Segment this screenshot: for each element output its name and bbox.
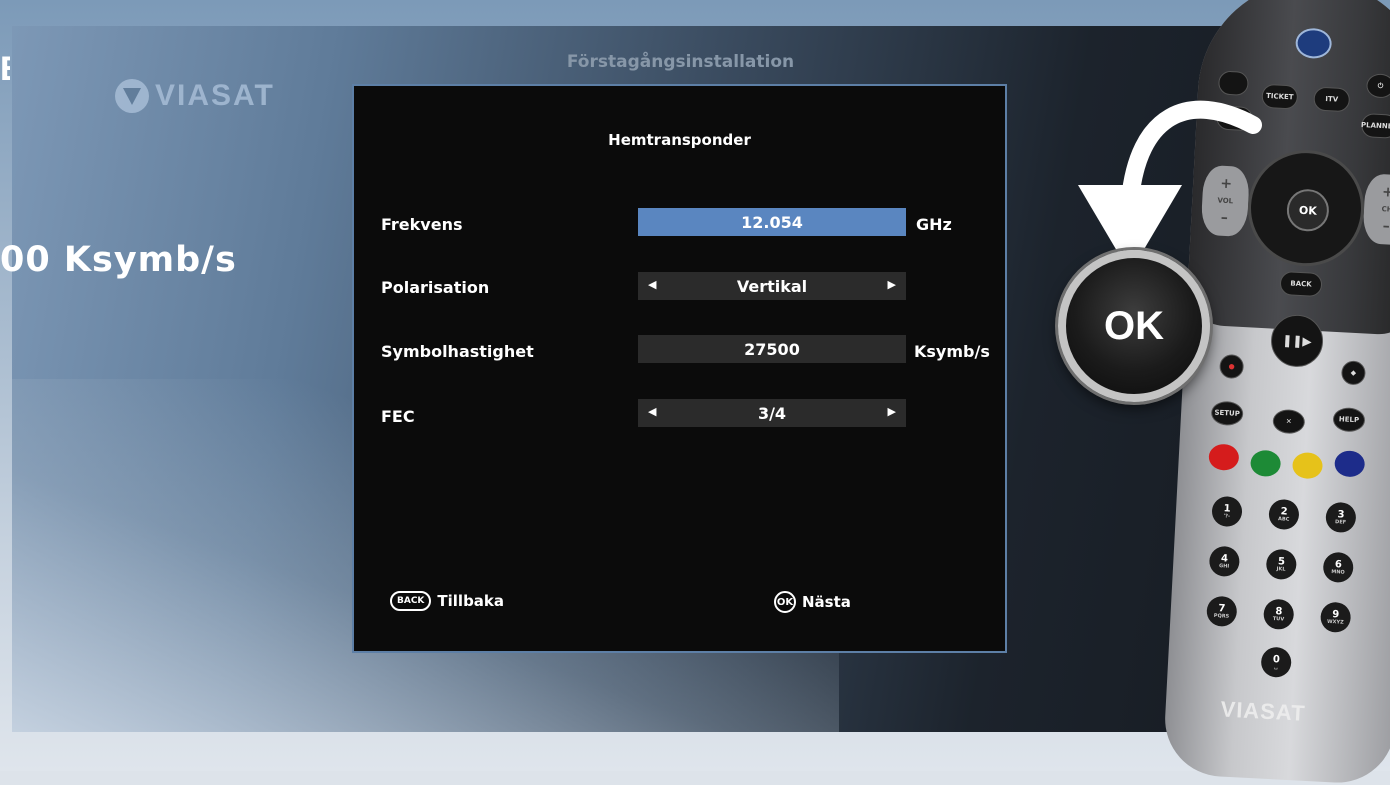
plus-icon: + [1381, 184, 1390, 201]
fec-value: 3/4 [757, 403, 787, 423]
frequency-label: Frekvens [381, 215, 463, 234]
num-key-5: 5 JKL [1265, 548, 1298, 581]
remote-ok-button: OK [1285, 188, 1330, 233]
channel-rocker: + CH – [1362, 173, 1390, 246]
red-button [1208, 443, 1240, 471]
num-key-4: 4 GHI [1208, 545, 1241, 578]
remote-button-help: HELP [1332, 406, 1366, 433]
next-label: Nästa [802, 593, 851, 611]
green-button [1249, 449, 1282, 478]
num-key-6: 6 MNO [1322, 551, 1355, 584]
stop-icon: ◆ [1340, 360, 1367, 386]
symbolrate-label: Symbolhastighet [381, 342, 534, 361]
viasat-logo: VIASAT [115, 79, 275, 113]
next-hint[interactable]: OK Nästa [774, 591, 851, 613]
fec-selector[interactable]: ◀ 3/4 ▶ [638, 399, 906, 427]
install-panel: Hemtransponder Frekvens 12.054 GHz Polar… [352, 84, 1007, 653]
symbolrate-field[interactable]: 27500 [638, 335, 906, 363]
num-key-1: 1 '?- [1211, 495, 1243, 528]
num-key-2: 2 ABC [1268, 498, 1300, 531]
screen-title: Förstagångsinstallation [566, 52, 795, 72]
stage: E VIASAT 00 Ksymb/s Förstagångsinstallat… [0, 0, 1390, 785]
symbolrate-value: 27500 [744, 339, 800, 359]
back-hint[interactable]: BACK Tillbaka [390, 591, 504, 611]
num-key-3: 3 DEF [1325, 501, 1357, 534]
polarisation-selector[interactable]: ◀ Vertikal ▶ [638, 272, 906, 300]
viasat-logo-button-icon [1294, 27, 1333, 60]
frequency-value: 12.054 [741, 212, 803, 232]
viasat-logo-icon [115, 79, 149, 113]
polarisation-value: Vertikal [736, 276, 808, 296]
power-icon: ⏻ [1365, 73, 1390, 99]
frequency-field[interactable]: 12.054 [638, 208, 906, 236]
channel-label: CH [1381, 205, 1390, 214]
arrow-right-icon[interactable]: ▶ [888, 405, 896, 418]
remote-button-planner: PLANNER [1361, 112, 1390, 139]
polarisation-label: Polarisation [381, 278, 490, 297]
panel-title: Hemtransponder [608, 131, 751, 149]
blue-button [1334, 450, 1366, 478]
num-key-9: 9 WXYZ [1319, 601, 1352, 634]
symbolrate-unit: Ksymb/s [914, 342, 990, 361]
remote-button-itv: ITV [1313, 86, 1351, 113]
arrow-left-icon[interactable]: ◀ [648, 278, 656, 291]
num-key-0: 0 ␣ [1260, 646, 1292, 679]
ok-key-icon: OK [774, 591, 796, 613]
remote-button-setup: SETUP [1210, 400, 1244, 427]
num-key-8: 8 TUV [1262, 598, 1295, 631]
mute-icon: ✕ [1272, 408, 1306, 435]
num-key-7: 7 PQRS [1206, 595, 1238, 628]
remote-button-tv [1217, 70, 1250, 96]
minus-icon: – [1382, 218, 1390, 235]
arrow-left-icon[interactable]: ◀ [648, 405, 656, 418]
background-partial-text: 00 Ksymb/s [0, 240, 237, 280]
back-label: Tillbaka [437, 592, 505, 610]
frequency-unit: GHz [916, 215, 952, 234]
back-key-icon: BACK [390, 591, 432, 611]
arrow-right-icon[interactable]: ▶ [888, 278, 896, 291]
yellow-button [1291, 451, 1324, 480]
zoomed-ok-button: OK [1058, 250, 1210, 402]
record-icon: ● [1219, 353, 1245, 380]
cropped-text-glyph: E [0, 52, 10, 86]
remote-brand-logo: VIASAT [1220, 696, 1307, 726]
viasat-logo-text: VIASAT [155, 79, 275, 112]
fec-label: FEC [381, 407, 415, 426]
